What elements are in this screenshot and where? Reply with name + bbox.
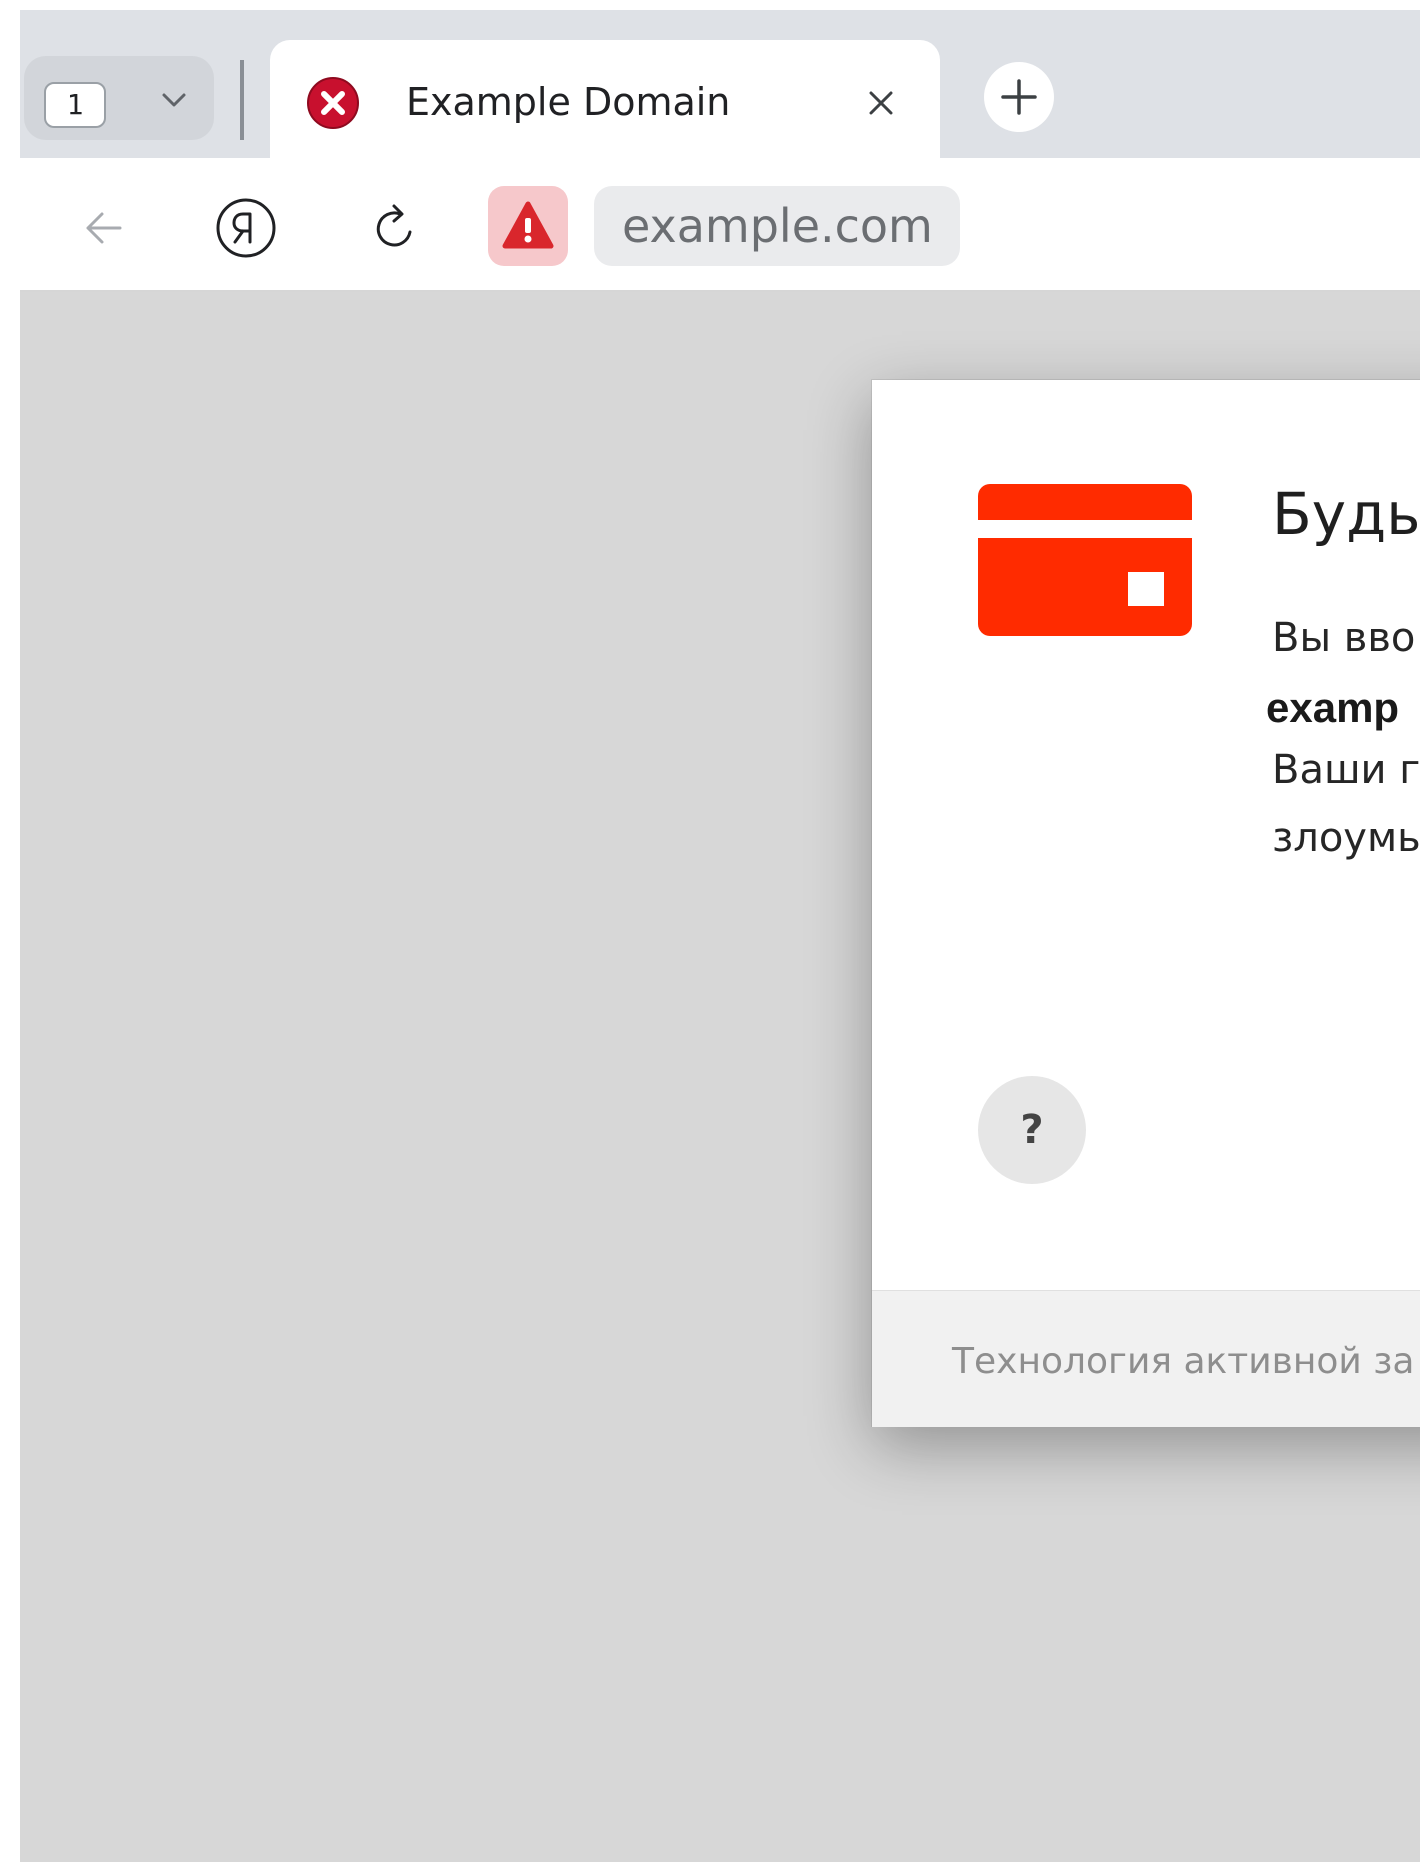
- error-icon: [307, 77, 359, 129]
- browser-window: 1 Example Domain example.com Будь Вы вво…: [0, 0, 1420, 1862]
- dialog-footer-text: Технология активной за: [952, 1341, 1415, 1382]
- security-indicator[interactable]: [488, 186, 568, 266]
- yandex-logo-icon[interactable]: [210, 192, 282, 264]
- warning-icon: [502, 201, 554, 249]
- close-icon[interactable]: [856, 78, 906, 128]
- new-tab-button[interactable]: [984, 62, 1054, 132]
- help-button[interactable]: ?: [978, 1076, 1086, 1184]
- address-bar[interactable]: example.com: [594, 186, 960, 266]
- tab-separator: [240, 60, 244, 140]
- chevron-down-icon[interactable]: [152, 78, 196, 122]
- back-arrow-icon[interactable]: [68, 192, 140, 264]
- dialog-text-line: злоумы: [1272, 815, 1420, 861]
- credit-card-icon: [978, 484, 1192, 636]
- tab-counter[interactable]: 1: [44, 82, 106, 128]
- dialog-domain: examp: [1266, 684, 1400, 731]
- tab-title: Example Domain: [406, 80, 731, 124]
- dialog-text-line: Вы вво: [1272, 615, 1416, 661]
- reload-icon[interactable]: [360, 192, 432, 264]
- dialog-title: Будьт: [1272, 480, 1420, 548]
- dialog-text-line: Ваши г: [1272, 747, 1420, 793]
- plus-icon: [1001, 79, 1037, 115]
